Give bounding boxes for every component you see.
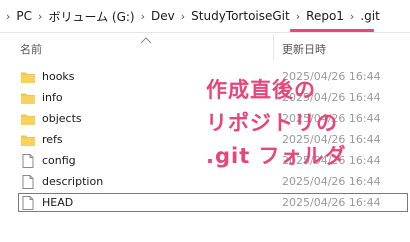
breadcrumb-item-studytortoisegit[interactable]: StudyTortoiseGit bbox=[191, 9, 290, 23]
chevron-right-icon[interactable]: › bbox=[141, 10, 145, 23]
breadcrumb-item-git[interactable]: .git bbox=[360, 9, 379, 23]
file-icon bbox=[20, 195, 36, 211]
annotation-line: 作成直後の bbox=[206, 78, 316, 102]
file-row[interactable]: description 2025/04/26 16:44 bbox=[0, 171, 410, 192]
annotation-text: 作成直後の リポジトリの .git フォルダ bbox=[206, 74, 406, 173]
file-name: HEAD bbox=[42, 196, 74, 209]
file-name: refs bbox=[42, 133, 63, 146]
annotation-line: リポジトリの bbox=[206, 111, 338, 135]
column-header-name[interactable]: 名前 bbox=[20, 41, 42, 57]
file-row[interactable]: HEAD 2025/04/26 16:44 bbox=[0, 192, 410, 213]
chevron-right-icon[interactable]: › bbox=[38, 10, 42, 23]
folder-icon bbox=[20, 132, 36, 148]
breadcrumb-item-repo1[interactable]: Repo1 bbox=[306, 9, 344, 23]
file-name: info bbox=[42, 91, 63, 104]
column-header-row: 名前 更新日時 bbox=[0, 32, 410, 60]
file-icon bbox=[20, 174, 36, 190]
file-icon bbox=[20, 153, 36, 169]
file-name: description bbox=[42, 175, 104, 188]
folder-icon bbox=[20, 111, 36, 127]
breadcrumb-item-volume[interactable]: ボリューム (G:) bbox=[48, 8, 134, 25]
chevron-right-icon[interactable]: › bbox=[296, 10, 300, 23]
modified-date: 2025/04/26 16:44 bbox=[282, 196, 381, 209]
breadcrumb-item-pc[interactable]: PC bbox=[16, 9, 32, 23]
chevron-right-icon[interactable]: › bbox=[6, 10, 10, 23]
annotation-line: .git フォルダ bbox=[206, 144, 347, 168]
file-name: hooks bbox=[42, 70, 75, 83]
modified-date: 2025/04/26 16:44 bbox=[282, 175, 381, 188]
column-divider[interactable] bbox=[273, 34, 274, 60]
file-name: objects bbox=[42, 112, 82, 125]
column-header-date[interactable]: 更新日時 bbox=[282, 41, 326, 57]
chevron-right-icon[interactable]: › bbox=[350, 10, 354, 23]
chevron-right-icon[interactable]: › bbox=[181, 10, 185, 23]
sort-chevron-up-icon[interactable] bbox=[140, 36, 152, 44]
breadcrumb-item-dev[interactable]: Dev bbox=[151, 9, 175, 23]
folder-icon bbox=[20, 90, 36, 106]
folder-icon bbox=[20, 69, 36, 85]
file-name: config bbox=[42, 154, 76, 167]
